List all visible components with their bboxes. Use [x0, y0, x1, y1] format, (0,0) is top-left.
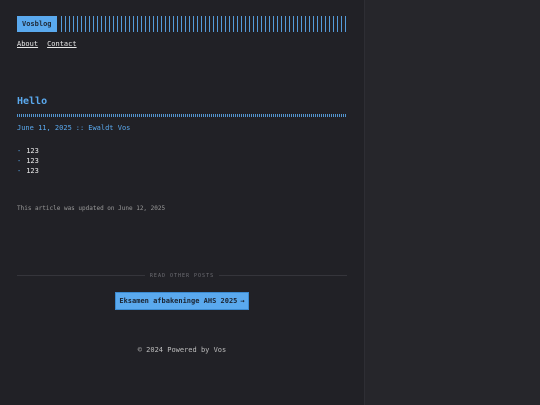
- read-other-posts-divider: READ OTHER POSTS: [17, 271, 348, 280]
- post-date: June 11, 2025: [17, 124, 72, 132]
- meta-separator: ::: [75, 124, 85, 132]
- list-item: -123: [17, 167, 39, 175]
- list-marker: -: [17, 167, 22, 175]
- nav-link-about[interactable]: About: [17, 40, 38, 48]
- post-content-list: -123 -123 -123: [17, 146, 39, 176]
- divider-line: [17, 275, 145, 276]
- site-footer: © 2024 Powered by Vos: [137, 346, 227, 354]
- read-other-posts-label: READ OTHER POSTS: [149, 272, 215, 279]
- title-underline: [17, 114, 347, 117]
- divider-line: [219, 275, 348, 276]
- site-logo[interactable]: Vosblog: [17, 16, 57, 32]
- next-post-title: Eksamen afbakeninge AHS 2025: [119, 297, 238, 305]
- post-author: Ewaldt Vos: [88, 124, 131, 132]
- site-header: Vosblog: [17, 16, 347, 32]
- main-column: Vosblog About Contact Hello June 11, 202…: [0, 0, 364, 405]
- side-panel: [364, 0, 540, 405]
- post-meta: June 11, 2025 :: Ewaldt Vos: [17, 124, 130, 132]
- list-item: -123: [17, 157, 39, 165]
- updated-note: This article was updated on June 12, 202…: [17, 205, 166, 212]
- list-item: -123: [17, 147, 39, 155]
- post-title[interactable]: Hello: [17, 96, 47, 107]
- nav-link-contact[interactable]: Contact: [47, 40, 77, 48]
- list-marker: -: [17, 147, 22, 155]
- arrow-right-icon: →: [240, 297, 245, 305]
- next-post-button[interactable]: Eksamen afbakeninge AHS 2025 →: [115, 292, 249, 310]
- main-nav: About Contact: [17, 40, 77, 48]
- logo-decoration: [60, 16, 347, 32]
- list-marker: -: [17, 157, 22, 165]
